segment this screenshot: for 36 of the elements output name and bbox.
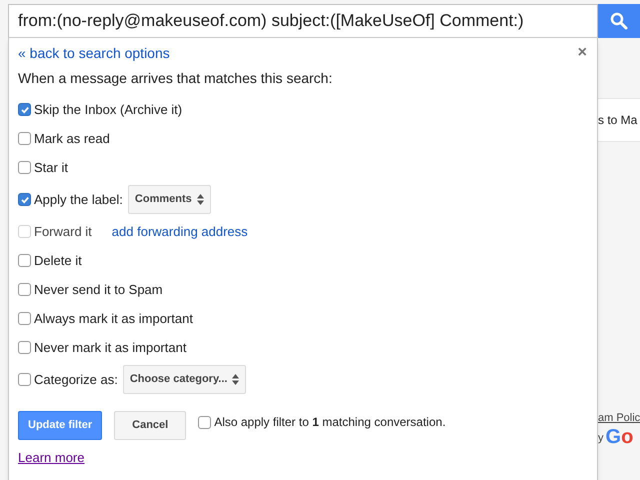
search-icon (610, 12, 628, 30)
option-label: Never send it to Spam (34, 280, 163, 299)
checkbox[interactable] (18, 341, 31, 354)
option-label: Apply the label: (34, 190, 123, 209)
sort-arrows-icon (232, 374, 240, 385)
filter-heading: When a message arrives that matches this search: (18, 69, 334, 88)
option-label: Forward it (34, 222, 92, 241)
checkbox[interactable] (18, 161, 31, 174)
also-apply-label: Also apply filter to 1 matching conversation. (214, 414, 446, 431)
checkbox[interactable] (198, 416, 212, 428)
option-label: Categorize as: (34, 370, 118, 389)
checkbox[interactable] (18, 283, 31, 296)
checkbox[interactable] (18, 312, 31, 325)
checkbox[interactable] (18, 373, 31, 386)
email-subject: s to Ma (598, 112, 638, 129)
google-logo: Go (606, 426, 634, 446)
close-button[interactable]: × (578, 41, 587, 65)
back-link[interactable]: « back to search options (18, 42, 170, 64)
dropdown[interactable]: Comments (128, 185, 211, 214)
sort-arrows-icon (196, 194, 204, 205)
option-label: Delete it (34, 252, 82, 270)
dropdown[interactable]: Choose category... (122, 365, 246, 394)
checkbox[interactable] (18, 103, 31, 116)
option-label: Mark as read (34, 130, 110, 148)
option-label: Star it (34, 158, 68, 177)
checkbox[interactable] (18, 132, 31, 145)
cancel-button[interactable]: Cancel (114, 411, 186, 440)
powered-by-text: y (598, 431, 604, 446)
learn-more-link[interactable]: Learn more (18, 448, 102, 468)
checkbox[interactable] (18, 254, 31, 267)
policy-link[interactable]: am Polic (598, 410, 640, 426)
search-button[interactable] (598, 4, 640, 38)
option-label: Skip the Inbox (Archive it) (34, 100, 182, 119)
checkbox[interactable] (18, 193, 31, 206)
option-label: Never mark it as important (34, 338, 186, 357)
option-label: Always mark it as important (34, 310, 193, 328)
